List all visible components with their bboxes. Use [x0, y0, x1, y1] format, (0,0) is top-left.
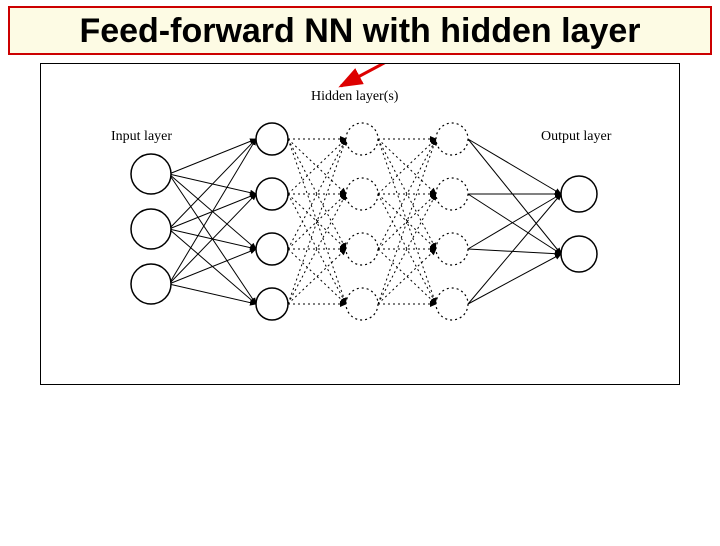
- title-box: Feed-forward NN with hidden layer: [8, 6, 712, 55]
- pointer-arrow: [341, 64, 386, 86]
- output-layer-nodes: [561, 176, 597, 272]
- hidden-layer-label: Hidden layer(s): [311, 89, 398, 105]
- hidden3-layer-nodes: [436, 123, 468, 320]
- edges-input-h1: [169, 139, 256, 304]
- edges-h3-out: [468, 139, 561, 304]
- input-layer-nodes: [131, 154, 171, 304]
- output-layer-label: Output layer: [541, 129, 611, 145]
- page-title: Feed-forward NN with hidden layer: [16, 12, 704, 51]
- nn-svg: [41, 64, 677, 382]
- edges-h1-h2: [288, 139, 346, 304]
- edges-h2-h3: [378, 139, 436, 304]
- hidden2-layer-nodes: [346, 123, 378, 320]
- nn-diagram: Input layer Hidden layer(s) Output layer: [40, 63, 680, 385]
- hidden1-layer-nodes: [256, 123, 288, 320]
- input-layer-label: Input layer: [111, 129, 172, 145]
